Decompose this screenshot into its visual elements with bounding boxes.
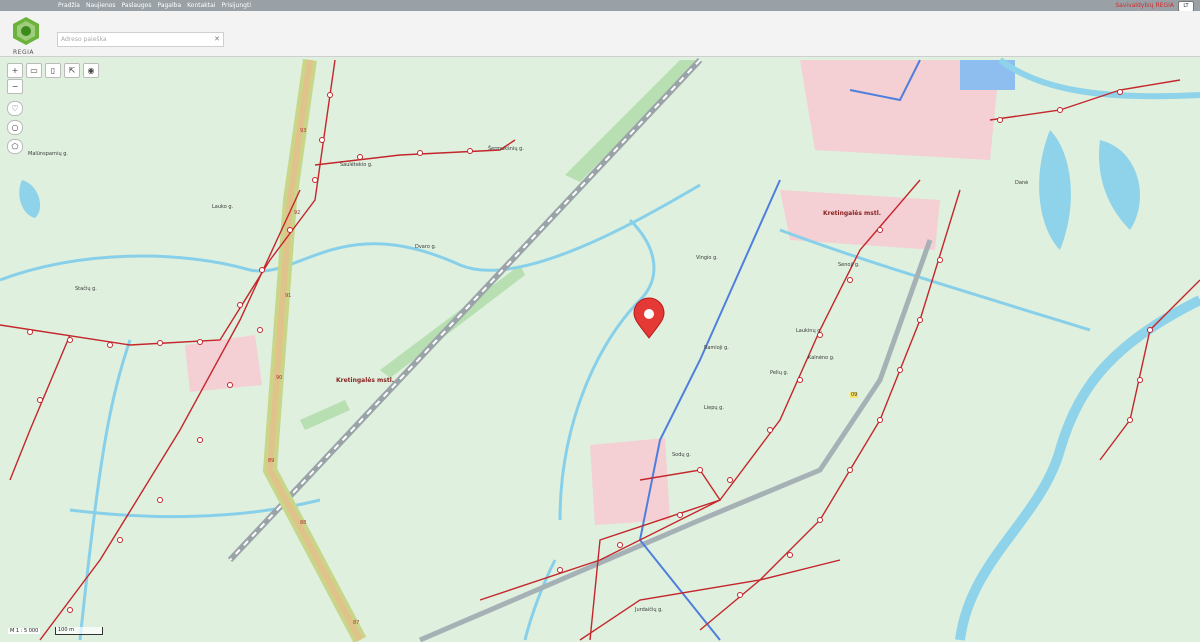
street-label: Stačių g.: [75, 286, 97, 292]
street-label: Pelių g.: [770, 370, 789, 376]
menu-item-news[interactable]: Naujienos: [86, 0, 116, 11]
street-label: Malūnsparnių g.: [28, 151, 68, 157]
street-label: Ramioji g.: [704, 345, 729, 351]
search-input[interactable]: Adreso paieška ✕: [57, 32, 224, 47]
street-label: Vingio g.: [696, 255, 718, 261]
top-bar: Pradžia Naujienos Paslaugos Pagalba Kont…: [0, 0, 1200, 12]
road-km-label: 91: [285, 293, 292, 299]
menu-item-services[interactable]: Paslaugos: [122, 0, 152, 11]
street-label: Kalnėno g.: [808, 355, 835, 361]
search-placeholder: Adreso paieška: [61, 36, 107, 43]
logo-text: REGIA: [13, 49, 34, 56]
layers-icon[interactable]: ▯: [45, 63, 61, 78]
street-label: Laukinų g.: [796, 328, 822, 334]
menu-item-login[interactable]: Prisijungti: [221, 0, 251, 11]
draw-circle-icon[interactable]: ○: [7, 120, 23, 135]
menu-item-help[interactable]: Pagalba: [157, 0, 181, 11]
road-km-label: 92: [294, 210, 301, 216]
brand-link[interactable]: Savivaldybių REGIA: [1115, 0, 1174, 11]
zoom-in-button[interactable]: +: [7, 63, 23, 78]
share-icon[interactable]: ⇱: [64, 63, 80, 78]
town-label-2: Kretingalės mstl.: [823, 210, 882, 217]
road-km-label: 93: [300, 128, 307, 134]
street-label: Liepų g.: [704, 405, 724, 411]
street-label: Šaulėtekio g.: [340, 162, 373, 168]
river-label: Dvaro g.: [415, 244, 437, 250]
street-label: Sodų g.: [672, 452, 691, 458]
street-label: Šermukšnių g.: [488, 146, 524, 152]
street-label: Lauko g.: [212, 204, 234, 210]
menu-item-contacts[interactable]: Kontaktai: [187, 0, 215, 11]
locate-icon[interactable]: ◉: [83, 63, 99, 78]
map-canvas[interactable]: [0, 57, 1200, 642]
road-km-label: 90: [276, 375, 283, 381]
measure-icon[interactable]: ▭: [26, 63, 42, 78]
draw-point-icon[interactable]: ♡: [7, 101, 23, 116]
top-menu: Pradžia Naujienos Paslaugos Pagalba Kont…: [58, 0, 251, 11]
street-label: Jurdaičių g.: [635, 607, 663, 613]
road-km-label: 89: [268, 458, 275, 464]
road-km-label: 88: [300, 520, 307, 526]
scale-label: M 1 : 5 000: [8, 628, 41, 634]
street-label: Senoji g.: [838, 262, 860, 268]
clear-search-icon[interactable]: ✕: [214, 33, 220, 46]
header: REGIA Adreso paieška ✕: [0, 11, 1200, 57]
scale-bar: 100 m: [55, 627, 103, 635]
town-label: Kretingalės mstl.: [336, 377, 395, 384]
zoom-out-button[interactable]: −: [7, 79, 23, 94]
road-km-label: 87: [353, 620, 360, 626]
draw-polygon-icon[interactable]: ⬠: [7, 139, 23, 154]
road-number-badge: 09: [850, 392, 859, 398]
menu-item-home[interactable]: Pradžia: [58, 0, 80, 11]
river-label: Danė: [1015, 180, 1029, 186]
